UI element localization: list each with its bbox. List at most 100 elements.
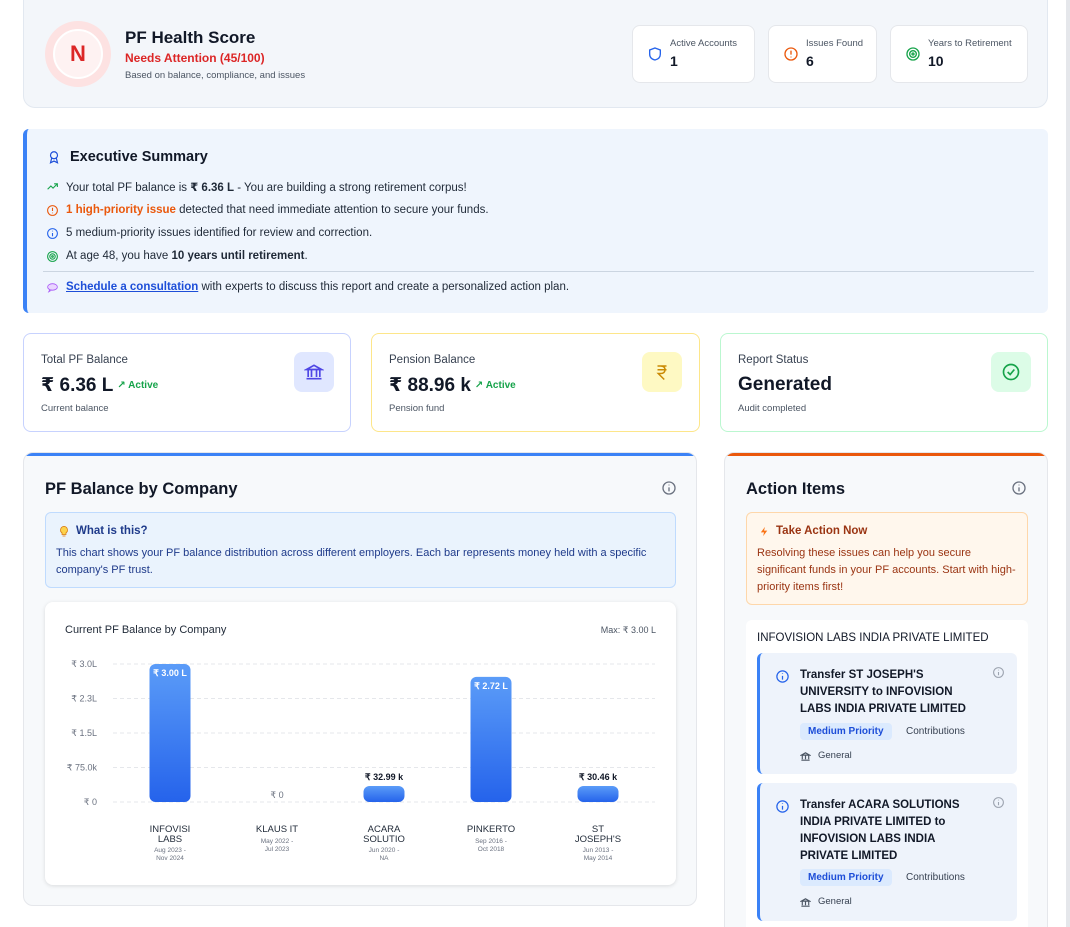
metric-active-accounts: Active Accounts 1 [632,25,755,83]
stat-sub: Pension fund [389,403,445,414]
y-tick-label: ₹ 2.3L [71,694,97,704]
alert-circle-icon [47,205,58,216]
stat-label: Pension Balance [389,354,476,366]
stat-value: ₹ 88.96 k ↗ Active [389,374,516,397]
priority-badge: Medium Priority [800,869,892,886]
active-indicator: ↗ Active [474,380,516,392]
action-item-tag: General [818,750,852,761]
stat-pension-balance: Pension Balance ₹ 88.96 k ↗ Active Pensio… [371,333,700,432]
category-badge: Contributions [906,872,965,883]
y-tick-label: ₹ 75.0k [67,763,98,773]
x-tick-date: May 2022 - [261,838,294,845]
summary-text: Your total PF balance is [66,182,191,194]
action-items-panel: Action Items Take Action Now Resolving t… [724,452,1048,927]
summary-balance-line: Your total PF balance is ₹ 6.36 L - You … [47,180,467,194]
summary-medium-priority-line: 5 medium-priority issues identified for … [47,227,373,239]
take-action-title: Take Action Now [776,525,868,537]
company-group: INFOVISION LABS INDIA PRIVATE LIMITED Tr… [746,620,1028,927]
panel-accent-bar [725,453,1047,456]
summary-retirement-line: At age 48, you have 10 years until retir… [47,250,308,262]
info-icon [47,228,58,239]
stat-amount: ₹ 88.96 k [389,375,471,396]
x-tick-date: Sep 2016 - [475,838,507,845]
summary-text: At age 48, you have [66,250,172,262]
bar-chart: ₹ 3.0L₹ 2.3L₹ 1.5L₹ 75.0k₹ 0₹ 3.00 LINFO… [67,659,655,862]
stat-report-status: Report Status Generated Audit completed [720,333,1048,432]
high-priority-issue-highlight: 1 high-priority issue [66,204,176,216]
info-icon[interactable] [992,666,1005,679]
company-name: INFOVISION LABS INDIA PRIVATE LIMITED [757,632,989,644]
x-tick-date: Jun 2013 - [583,847,614,854]
executive-summary: Executive Summary Your total PF balance … [23,129,1048,313]
y-tick-label: ₹ 0 [84,797,97,807]
active-label: Active [128,380,159,392]
summary-balance: ₹ 6.36 L [190,182,235,194]
y-tick-label: ₹ 3.0L [71,659,97,669]
active-indicator: ↗ Active [117,380,159,392]
grade-badge: N [45,21,111,87]
target-icon [47,251,58,262]
stat-value: ₹ 6.36 L ↗ Active [41,374,158,397]
lightning-icon [760,526,768,537]
metric-label: Active Accounts [670,38,738,49]
stat-sub: Audit completed [738,403,807,414]
y-tick-label: ₹ 1.5L [71,728,97,738]
x-tick-date: Jun 2020 - [369,847,400,854]
bar-value-label: ₹ 30.46 k [579,772,618,782]
what-title: What is this? [76,525,148,537]
x-tick-label: KLAUS IT [256,824,298,835]
summary-divider [43,271,1034,272]
bar-value-label: ₹ 0 [270,790,283,800]
info-icon[interactable] [992,796,1005,809]
x-tick-label: SOLUTIO [363,834,405,845]
health-score-card: N PF Health Score Needs Attention (45/10… [23,0,1048,108]
x-tick-date: Nov 2024 [156,855,184,862]
bar [149,664,191,802]
alert-circle-icon [784,47,798,61]
action-item-tag: General [818,896,852,907]
health-title: PF Health Score [125,28,256,47]
bar-value-label: ₹ 2.72 L [474,681,508,691]
x-tick-date: Aug 2023 - [154,847,186,854]
x-tick-label: LABS [158,834,182,845]
action-item[interactable]: Transfer ACARA SOLUTIONS INDIA PRIVATE L… [757,783,1017,921]
bank-icon [800,898,811,907]
schedule-consultation-link[interactable]: Schedule a consultation [66,281,198,293]
action-item-title: Transfer ST JOSEPH'S UNIVERSITY to INFOV… [800,669,966,715]
x-tick-date: May 2014 [584,855,613,862]
info-icon[interactable] [661,480,677,496]
check-circle-icon [991,352,1031,392]
info-icon[interactable] [1011,480,1027,496]
rupee-icon [642,352,682,392]
bank-icon [800,752,811,761]
metric-value: 10 [928,53,944,69]
action-item-title: Transfer ACARA SOLUTIONS INDIA PRIVATE L… [800,799,960,862]
panel-accent-bar [24,453,696,456]
summary-years: 10 years until retirement [171,250,305,262]
lightbulb-icon [60,526,68,537]
panel-title: PF Balance by Company [45,480,238,498]
stat-value: Generated [738,374,832,395]
page-scrollbar[interactable] [1066,0,1070,927]
what-is-this-box: What is this? This chart shows your PF b… [45,512,676,588]
bar [470,676,512,802]
summary-consult-line: Schedule a consultation with experts to … [47,281,569,293]
take-action-text: Resolving these issues can help you secu… [757,547,1016,593]
info-icon [776,670,789,683]
stat-label: Total PF Balance [41,354,128,366]
panel-title: Action Items [746,480,846,498]
balance-chart-card: Current PF Balance by Company Max: ₹ 3.0… [45,602,676,885]
chat-bubble-icon [47,283,58,293]
take-action-box: Take Action Now Resolving these issues c… [746,512,1028,605]
metric-issues-found: Issues Found 6 [768,25,877,83]
health-status: Needs Attention (45/100) [125,51,265,65]
summary-text: 5 medium-priority issues identified for … [66,227,373,239]
x-tick-date: Jul 2023 [265,846,290,853]
info-icon [776,800,789,813]
target-icon [906,47,920,61]
bar [363,786,405,802]
x-tick-date: Oct 2018 [478,846,505,853]
health-note: Based on balance, compliance, and issues [125,70,306,81]
action-item[interactable]: Transfer ST JOSEPH'S UNIVERSITY to INFOV… [757,653,1017,774]
bar-value-label: ₹ 3.00 L [153,668,187,678]
